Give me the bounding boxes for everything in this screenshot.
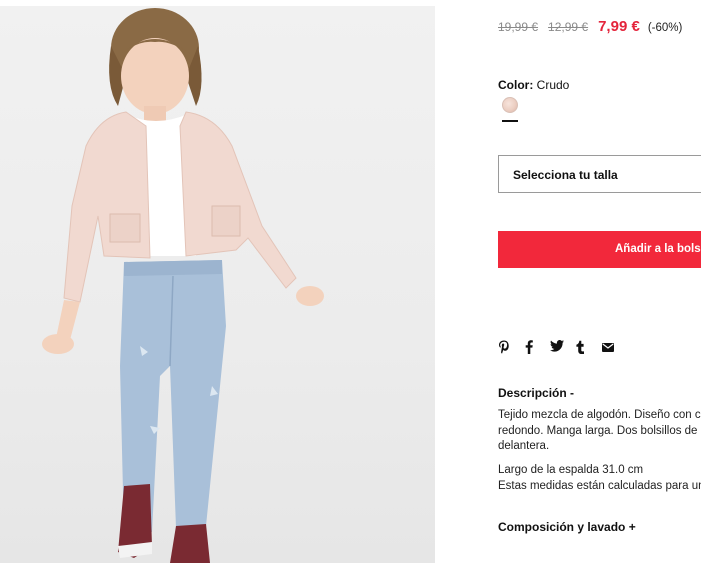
product-info-panel: 19,99 € 12,99 € 7,99 € (-60%) Color: Cru… — [498, 0, 701, 563]
tumblr-icon[interactable] — [576, 340, 602, 356]
composition-toggle[interactable]: Composición y lavado + — [498, 520, 636, 534]
description-text: Tejido mezcla de algodón. Diseño con cue… — [498, 409, 701, 452]
color-value: Crudo — [536, 78, 570, 92]
color-swatch-crudo[interactable] — [502, 97, 518, 113]
add-to-bag-button[interactable]: Añadir a la bolsa — [498, 231, 701, 268]
color-label-row: Color: Crudo — [498, 78, 569, 92]
measure-note: Estas medidas están calculadas para una … — [498, 479, 701, 492]
selected-swatch-indicator — [502, 120, 518, 122]
measurements: Largo de la espalda 31.0 cm Estas medida… — [498, 463, 701, 494]
product-page: 19,99 € 12,99 € 7,99 € (-60%) Color: Cru… — [0, 0, 701, 563]
twitter-icon[interactable] — [550, 340, 576, 356]
price-row: 19,99 € 12,99 € 7,99 € (-60%) — [498, 18, 682, 35]
current-price: 7,99 € — [598, 18, 640, 35]
discount-badge: (-60%) — [647, 22, 683, 34]
color-label: Color: — [498, 78, 534, 92]
measure-back-length: Largo de la espalda 31.0 cm — [498, 464, 644, 476]
share-icons — [498, 340, 628, 356]
facebook-icon[interactable] — [524, 340, 550, 356]
description-toggle[interactable]: Descripción - — [498, 386, 574, 400]
product-photo-illustration — [42, 8, 324, 563]
pinterest-icon[interactable] — [498, 340, 524, 356]
size-select[interactable]: Selecciona tu talla — [498, 155, 701, 193]
original-price: 19,99 € — [498, 20, 539, 34]
product-image[interactable] — [0, 6, 435, 563]
previous-price: 12,99 € — [548, 20, 589, 34]
email-icon[interactable] — [602, 340, 628, 356]
